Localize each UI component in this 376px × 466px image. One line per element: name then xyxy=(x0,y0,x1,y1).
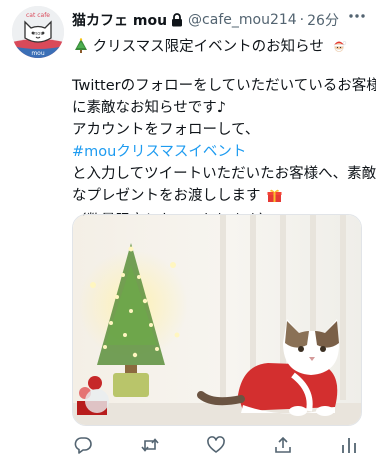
tweet-line-2: Twitterのフォローをしていただいているお客様 xyxy=(72,78,376,94)
svg-text:mou: mou xyxy=(31,50,45,57)
display-name[interactable]: 猫カフェ mou xyxy=(72,10,167,30)
separator-dot: · xyxy=(299,12,305,28)
tweet-line-4: アカウントをフォローして、 xyxy=(72,122,260,138)
svg-text:cat cafe: cat cafe xyxy=(26,12,50,19)
tweet-line-1: クリスマス限定イベントのお知らせ xyxy=(72,36,364,61)
share-icon[interactable] xyxy=(272,434,294,456)
hashtag-link[interactable]: #mouクリスマスイベント xyxy=(72,141,364,163)
tweet-header: 猫カフェ mou @cafe_mou214 · 26分 xyxy=(72,8,364,32)
tweet-line-6: と入力してツイートいただいたお客様へ、素敵 xyxy=(72,166,376,182)
lock-icon xyxy=(171,13,183,27)
tweet-line-7: なプレゼントをお渡しします xyxy=(72,185,364,210)
reply-icon[interactable] xyxy=(72,434,94,456)
timestamp[interactable]: 26分 xyxy=(307,10,339,30)
tweet-photo[interactable] xyxy=(72,214,362,426)
svg-text:mou: mou xyxy=(32,31,43,37)
gift-emoji xyxy=(267,188,282,210)
avatar[interactable]: cat cafe mou mou xyxy=(12,6,64,58)
like-icon[interactable] xyxy=(205,434,227,456)
tweet-actions xyxy=(72,433,360,457)
tweet-text: クリスマス限定イベントのお知らせ Twitterのフォローをしていただいているお… xyxy=(72,36,376,232)
santa-emoji xyxy=(331,38,347,61)
christmas-tree-emoji xyxy=(74,38,88,61)
more-icon[interactable] xyxy=(346,5,368,27)
analytics-icon[interactable] xyxy=(338,434,360,456)
retweet-icon[interactable] xyxy=(139,434,161,456)
tweet-line-3: に素敵なお知らせです♪ xyxy=(72,100,226,116)
handle[interactable]: @cafe_mou214 xyxy=(188,12,297,28)
tweet[interactable]: cat cafe mou mou 猫カフェ mou @cafe_mou214 ·… xyxy=(0,0,376,466)
